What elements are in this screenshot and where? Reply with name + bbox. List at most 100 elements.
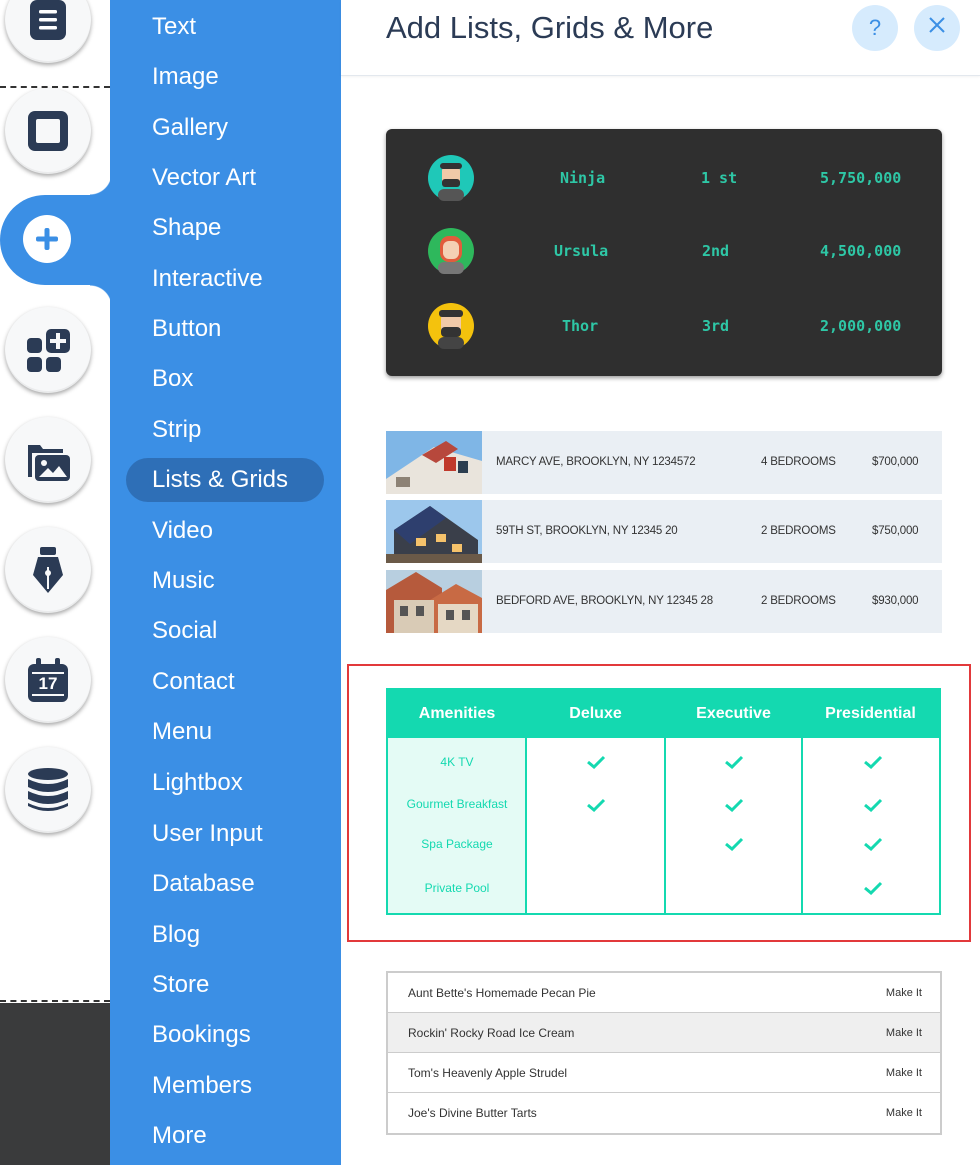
recipe-row: Aunt Bette's Homemade Pecan Pie Make It	[388, 973, 940, 1013]
player-score: 2,000,000	[820, 317, 902, 335]
menu-item-gallery[interactable]: Gallery	[126, 106, 324, 150]
background-button[interactable]	[5, 88, 91, 174]
menu-item-blog[interactable]: Blog	[126, 913, 324, 957]
ursula-avatar	[428, 228, 474, 274]
menu-item-lightbox[interactable]: Lightbox	[126, 761, 324, 805]
listing-row: 59TH ST, BROOKLYN, NY 12345 20 2 BEDROOM…	[386, 500, 942, 563]
rail-divider	[0, 1000, 110, 1002]
listing-bedrooms: 4 BEDROOMS	[761, 456, 836, 468]
help-icon: ?	[868, 15, 882, 40]
cms-button[interactable]	[5, 747, 91, 833]
menu-item-music[interactable]: Music	[126, 559, 324, 603]
listing-price: $700,000	[872, 456, 919, 468]
events-button[interactable]: 17	[5, 637, 91, 723]
menu-item-contact[interactable]: Contact	[126, 660, 324, 704]
close-icon	[927, 15, 947, 41]
menu-item-text[interactable]: Text	[126, 5, 324, 49]
menu-item-vector-art[interactable]: Vector Art	[126, 156, 324, 200]
background-icon	[26, 109, 70, 153]
house-photo	[386, 500, 482, 563]
menu-item-interactive[interactable]: Interactive	[126, 257, 324, 301]
listing-address: 59TH ST, BROOKLYN, NY 12345 20	[496, 525, 678, 537]
listing-price: $930,000	[872, 595, 919, 607]
make-it-link: Make It	[885, 1027, 922, 1039]
add-elements-button[interactable]	[0, 173, 112, 307]
table-header: Amenities Deluxe Executive Presidential	[388, 690, 939, 738]
menu-item-lists-grids[interactable]: Lists & Grids	[126, 458, 324, 502]
player-name: Thor	[562, 317, 599, 335]
menu-item-more[interactable]: More	[126, 1114, 324, 1158]
add-apps-button[interactable]	[5, 307, 91, 393]
menu-item-bookings[interactable]: Bookings	[126, 1013, 324, 1057]
left-tool-rail: 17	[0, 0, 112, 1165]
listing-row: BEDFORD AVE, BROOKLYN, NY 12345 28 2 BED…	[386, 570, 942, 633]
make-it-link: Make It	[885, 1107, 922, 1119]
leaderboard-row: Thor 3rd 2,000,000	[386, 301, 942, 351]
leaderboard-row: Ursula 2nd 4,500,000	[386, 226, 942, 276]
menu-item-button[interactable]: Button	[126, 307, 324, 351]
check-icon	[864, 881, 883, 895]
rail-footer	[0, 1003, 110, 1165]
panel-header: Add Lists, Grids & More ?	[341, 0, 980, 76]
check-icon	[587, 755, 606, 769]
make-it-link: Make It	[885, 987, 922, 999]
listing-bedrooms: 2 BEDROOMS	[761, 595, 836, 607]
listing-address: BEDFORD AVE, BROOKLYN, NY 12345 28	[496, 595, 713, 607]
column-divider	[801, 738, 803, 913]
add-icon	[23, 215, 71, 263]
amenity-label: Spa Package	[421, 837, 493, 851]
pages-button[interactable]	[5, 0, 91, 63]
check-icon	[864, 837, 883, 851]
menu-item-social[interactable]: Social	[126, 609, 324, 653]
check-icon	[725, 798, 744, 812]
player-rank: 2nd	[702, 242, 730, 260]
leaderboard-list-preset[interactable]: Ninja 1 st 5,750,000 Ursula 2nd 4,500,00…	[386, 129, 942, 376]
player-score: 5,750,000	[820, 169, 902, 187]
player-name: Ursula	[554, 242, 609, 260]
leaderboard-row: Ninja 1 st 5,750,000	[386, 153, 942, 203]
menu-item-user-input[interactable]: User Input	[126, 812, 324, 856]
help-button[interactable]: ?	[852, 5, 898, 51]
amenity-label: Gourmet Breakfast	[406, 797, 508, 811]
listing-bedrooms: 2 BEDROOMS	[761, 525, 836, 537]
design-button[interactable]	[5, 527, 91, 613]
column-header: Deluxe	[569, 705, 622, 722]
menu-item-box[interactable]: Box	[126, 357, 324, 401]
menu-item-video[interactable]: Video	[126, 509, 324, 553]
check-icon	[587, 798, 606, 812]
recipe-name: Rockin' Rocky Road Ice Cream	[408, 1026, 575, 1040]
calendar-day-number: 17	[38, 674, 58, 693]
recipe-name: Joe's Divine Butter Tarts	[408, 1106, 537, 1120]
recipes-list-preset[interactable]: Aunt Bette's Homemade Pecan Pie Make It …	[386, 971, 942, 1135]
pen-icon	[30, 545, 66, 595]
listing-address: MARCY AVE, BROOKLYN, NY 1234572	[496, 456, 696, 468]
close-button[interactable]	[914, 5, 960, 51]
menu-item-database[interactable]: Database	[126, 862, 324, 906]
menu-item-store[interactable]: Store	[126, 963, 324, 1007]
house-photo	[386, 431, 482, 494]
amenity-label: 4K TV	[440, 755, 474, 769]
calendar-icon: 17	[25, 656, 71, 704]
column-header: Amenities	[418, 705, 496, 722]
thor-avatar	[428, 303, 474, 349]
recipe-row: Tom's Heavenly Apple Strudel Make It	[388, 1053, 940, 1093]
media-button[interactable]	[5, 417, 91, 503]
player-rank: 1 st	[701, 169, 738, 187]
menu-item-shape[interactable]: Shape	[126, 206, 324, 250]
recipe-row: Joe's Divine Butter Tarts Make It	[388, 1093, 940, 1133]
menu-item-strip[interactable]: Strip	[126, 408, 324, 452]
amenity-label: Private Pool	[424, 881, 490, 895]
menu-item-image[interactable]: Image	[126, 55, 324, 99]
house-photo	[386, 570, 482, 633]
add-apps-icon	[24, 326, 72, 374]
page-icon	[28, 0, 68, 42]
lists-grids-panel: Add Lists, Grids & More ? Ninja 1 st 5,7…	[341, 0, 980, 1165]
make-it-link: Make It	[885, 1067, 922, 1079]
check-icon	[864, 798, 883, 812]
recipe-row: Rockin' Rocky Road Ice Cream Make It	[388, 1013, 940, 1053]
column-divider	[664, 738, 666, 913]
menu-item-members[interactable]: Members	[126, 1064, 324, 1108]
amenities-table-preset[interactable]: Amenities Deluxe Executive Presidential …	[386, 688, 941, 915]
menu-item-menu[interactable]: Menu	[126, 710, 324, 754]
check-icon	[725, 755, 744, 769]
